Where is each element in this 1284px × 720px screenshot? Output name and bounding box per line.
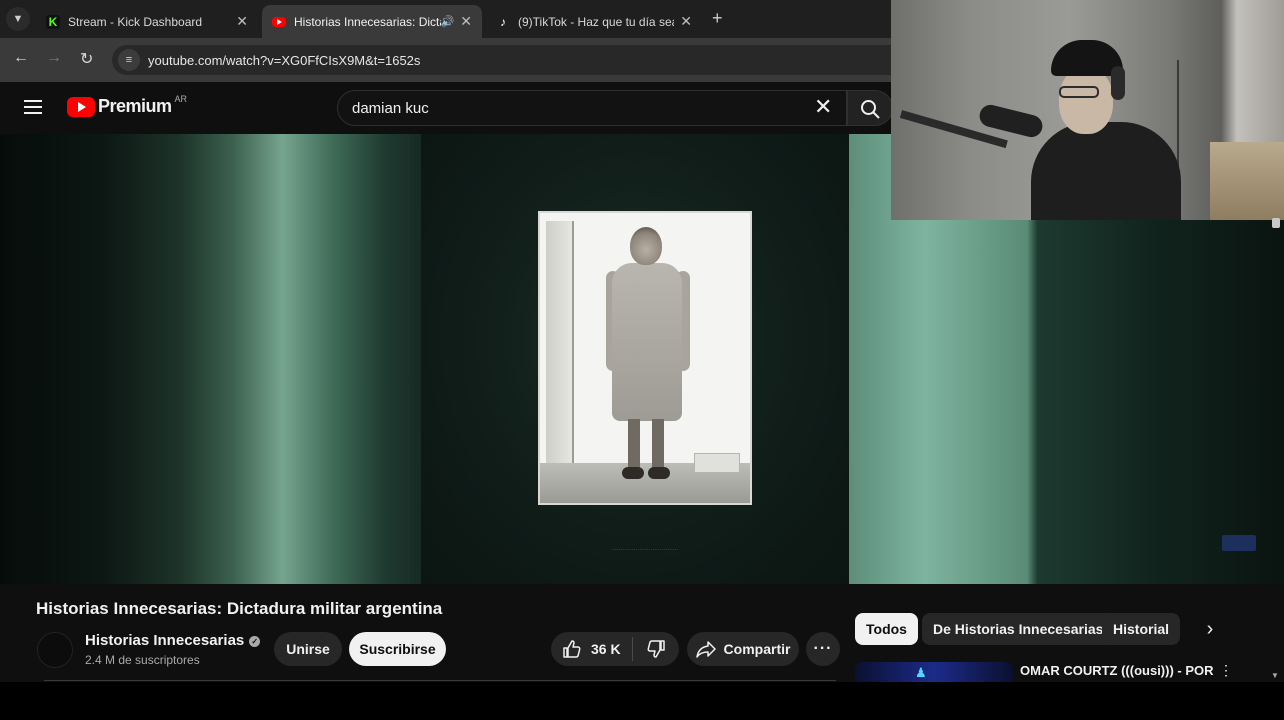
search-input[interactable]: damian kuc [337,90,847,126]
letterbox-bar [0,682,1284,720]
youtube-icon [272,16,286,27]
share-button[interactable]: Compartir [687,632,799,666]
cam-shelf [1210,142,1284,220]
logo-text: Premium [98,96,172,116]
menu-icon[interactable] [24,100,42,114]
thumbnail-figure-icon: ♟ [915,665,927,680]
figure-leg [652,419,664,469]
join-button[interactable]: Unirse [274,632,342,666]
youtube-logo-icon [67,96,95,117]
channel-watermark[interactable] [1222,535,1256,551]
figure-head [630,227,662,265]
recommendation-title[interactable]: OMAR COURTZ (((ousi))) - POR [1020,663,1214,678]
photo-door [546,221,574,465]
chip-channel[interactable]: De Historias Innecesarias [922,613,1115,645]
logo-country-code: AR [174,93,188,104]
url-text[interactable]: youtube.com/watch?v=XG0FfCIsX9M&t=1652s [148,53,420,68]
tab-title: Stream - Kick Dashboard [68,14,203,29]
dislike-button[interactable] [633,639,679,659]
glasses [1059,86,1099,98]
tiktok-icon: ♪ [500,14,506,29]
new-tab-icon[interactable]: + [712,8,723,29]
site-settings-icon[interactable]: ≡ [118,49,140,71]
channel-name-row[interactable]: Historias Innecesarias ✓ [85,632,261,649]
cam-stand [1177,60,1207,180]
photo-step [694,453,740,473]
reload-icon[interactable]: ↻ [80,49,93,69]
tab-title: Historias Innecesarias: Dicta [294,14,441,29]
search-button[interactable] [847,90,893,126]
thumbs-down-icon [647,640,665,658]
like-button[interactable]: 36 K [551,637,633,661]
webcam-overlay [891,0,1284,220]
close-icon[interactable]: ✕ [236,13,248,30]
like-count: 36 K [591,641,621,657]
video-info-area: Historias Innecesarias: Dictadura milita… [0,584,1284,682]
kebab-menu-icon[interactable]: ⋮ [1219,663,1233,677]
figure-shoe [648,467,670,479]
close-icon[interactable]: ✕ [460,13,472,30]
youtube-logo[interactable]: Premium AR [67,93,188,117]
tab-kick-dashboard[interactable]: K Stream - Kick Dashboard ✕ [36,5,258,38]
verified-icon: ✓ [249,636,261,647]
more-icon: ··· [813,640,833,657]
back-icon[interactable]: ← [13,49,29,67]
channel-name[interactable]: Historias Innecesarias [85,632,244,649]
photo-caption: ···································· [611,547,679,553]
divider [44,680,836,681]
figure-dress [612,263,682,421]
headphones [1111,66,1125,100]
forward-icon[interactable]: → [46,49,62,67]
tab-search-chevron-icon[interactable]: ▼ [6,7,30,31]
search-icon [861,100,880,119]
clear-search-icon[interactable]: ✕ [814,95,832,119]
hoodie-print [1067,170,1163,200]
close-icon[interactable]: ✕ [680,13,692,30]
figure-leg [628,419,640,469]
archival-photo [538,211,752,505]
kick-icon: K [46,14,60,29]
tab-youtube[interactable]: Historias Innecesarias: Dicta 🔊 ✕ [262,5,482,38]
tab-tiktok[interactable]: ♪ (9)TikTok - Haz que tu día sea e ✕ [486,5,702,38]
thumbs-up-icon [563,640,581,658]
speaker-icon[interactable]: 🔊 [441,15,455,28]
chip-historial[interactable]: Historial [1102,613,1181,645]
share-icon [695,641,716,658]
more-actions-button[interactable]: ··· [806,632,840,666]
cap-logo [1075,47,1095,61]
chip-todos[interactable]: Todos [855,613,918,645]
tab-title: (9)TikTok - Haz que tu día sea e [518,14,675,29]
streamer-face [1059,68,1113,134]
video-title: Historias Innecesarias: Dictadura milita… [36,599,443,618]
scrollbar-thumb[interactable] [1272,218,1280,228]
share-label: Compartir [723,641,791,657]
channel-avatar[interactable] [37,632,73,668]
scroll-down-arrow-icon[interactable]: ▼ [1271,671,1279,680]
recommendation-thumbnail[interactable]: ♟ [855,662,1013,682]
subscribe-button[interactable]: Suscribirse [349,632,446,666]
like-dislike-group: 36 K [551,632,679,666]
figure-shoe [622,467,644,479]
subscriber-count: 2.4 M de suscriptores [85,653,200,667]
chevron-right-icon[interactable]: › [1198,618,1222,642]
